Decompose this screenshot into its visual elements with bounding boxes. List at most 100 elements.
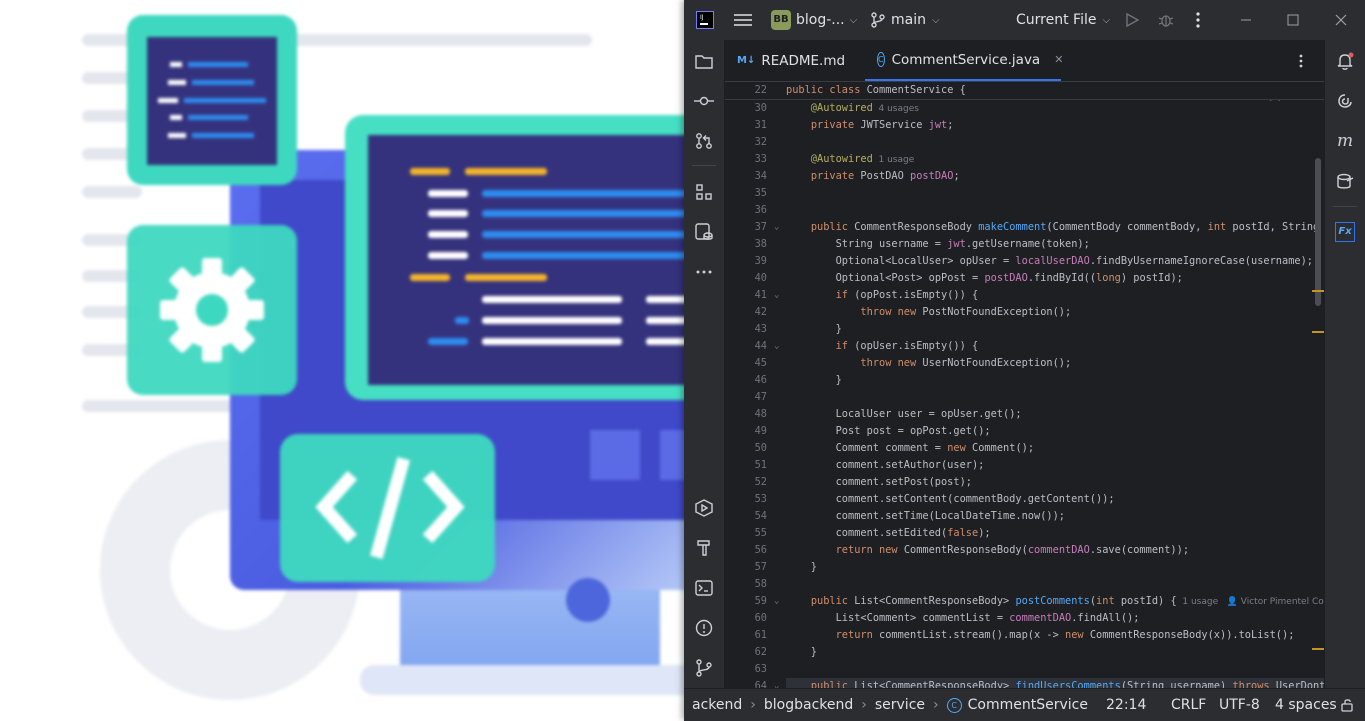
line-number[interactable]: 59 [725,593,767,610]
code-text[interactable]: Optional<Post> opPost = postDAO.findById… [786,270,1183,287]
line-number[interactable]: 52 [725,474,767,491]
line-number[interactable]: 32 [725,134,767,151]
editor-scrollbar[interactable] [1315,158,1321,306]
file-encoding[interactable]: UTF-8 [1219,697,1260,713]
line-number[interactable]: 47 [725,389,767,406]
code-line[interactable]: 58 [725,576,1324,593]
code-line[interactable]: 64 public List<CommentResponseBody> find… [725,678,1324,688]
code-editor[interactable]: 22 public class CommentService { 30 @Autow… [725,82,1324,688]
build-tool-icon[interactable] [692,536,716,560]
indent-setting[interactable]: 4 spaces [1275,697,1337,713]
code-text[interactable]: comment.setEdited(false); [786,525,991,542]
structure-tool-icon[interactable] [692,180,716,204]
code-line[interactable]: 42 throw new PostNotFoundException(); [725,304,1324,321]
code-line[interactable]: 33 @Autowired 1 usage [725,151,1324,168]
code-line[interactable]: 54 comment.setTime(LocalDateTime.now()); [725,508,1324,525]
code-text[interactable]: } [786,372,842,389]
code-line[interactable]: 49 Post post = opPost.get(); [725,423,1324,440]
code-line[interactable]: 57 } [725,559,1324,576]
line-number[interactable]: 37 [725,219,767,236]
close-window-button[interactable] [1335,0,1347,40]
main-menu-icon[interactable] [734,0,752,40]
run-button[interactable] [1125,0,1139,40]
code-text[interactable]: throw new PostNotFoundException(); [786,304,1071,321]
line-number[interactable]: 57 [725,559,767,576]
code-text[interactable]: if (opUser.isEmpty()) { [786,338,979,355]
line-number[interactable]: 44 [725,338,767,355]
run-config-selector[interactable]: Current File ⌵ [1016,0,1110,40]
line-number[interactable]: 50 [725,440,767,457]
code-line[interactable]: 36 [725,202,1324,219]
more-tools-icon[interactable] [692,260,716,284]
code-text[interactable]: return new CommentResponseBody(commentDA… [786,542,1189,559]
code-line[interactable]: 43 } [725,321,1324,338]
code-text[interactable]: @Autowired 4 usages [786,100,919,118]
code-line[interactable]: 59 public List<CommentResponseBody> post… [725,593,1324,610]
maximize-button[interactable] [1287,0,1299,40]
line-number[interactable]: 33 [725,151,767,168]
code-line[interactable]: 60 List<Comment> commentList = commentDA… [725,610,1324,627]
code-text[interactable]: comment.setContent(commentBody.getConten… [786,491,1115,508]
line-number[interactable]: 60 [725,610,767,627]
line-number[interactable]: 34 [725,168,767,185]
line-number[interactable]: 58 [725,576,767,593]
code-text[interactable]: public CommentResponseBody makeComment(C… [786,219,1324,236]
code-text[interactable]: @Autowired 1 usage [786,151,914,169]
code-line[interactable]: 62 } [725,644,1324,661]
code-text[interactable]: if (opPost.isEmpty()) { [786,287,979,304]
line-number[interactable]: 35 [725,185,767,202]
pull-requests-icon[interactable] [692,129,716,153]
breadcrumb-item[interactable]: service [875,697,925,713]
code-text[interactable]: private JWTService jwt; [786,117,954,134]
git-tool-icon[interactable] [692,656,716,680]
ai-assistant-icon[interactable] [1333,89,1357,113]
code-text[interactable]: public List<CommentResponseBody> postCom… [786,593,1324,611]
code-line[interactable]: 53 comment.setContent(commentBody.getCon… [725,491,1324,508]
tab-options-icon[interactable] [1299,40,1303,81]
line-number[interactable]: 38 [725,236,767,253]
code-line[interactable]: 45 throw new UserNotFoundException(); [725,355,1324,372]
caret-position[interactable]: 22:14 [1106,697,1146,713]
code-text[interactable]: Optional<LocalUser> opUser = localUserDA… [786,253,1313,270]
code-line[interactable]: 56 return new CommentResponseBody(commen… [725,542,1324,559]
line-number[interactable]: 64 [725,678,767,688]
close-tab-icon[interactable]: ✕ [1054,53,1063,66]
line-number[interactable]: 30 [725,100,767,117]
line-number[interactable]: 22 [725,82,767,99]
project-selector[interactable]: BB blog-... ⌵ [771,0,857,40]
problems-tool-icon[interactable] [692,616,716,640]
database-icon[interactable] [1333,169,1357,193]
run-tool-icon[interactable] [692,496,716,520]
line-number[interactable]: 53 [725,491,767,508]
code-text[interactable]: comment.setPost(post); [786,474,972,491]
notifications-icon[interactable] [1333,49,1357,73]
line-number[interactable]: 40 [725,270,767,287]
line-number[interactable]: 41 [725,287,767,304]
code-line[interactable]: 32 [725,134,1324,151]
terminal-tool-icon[interactable] [692,576,716,600]
fold-chevron-icon[interactable]: ⌄ [774,678,779,688]
breadcrumb-item[interactable]: ackend [692,697,742,713]
more-actions-icon[interactable] [1196,0,1200,40]
code-text[interactable]: public class CommentService { [786,82,966,99]
fold-chevron-icon[interactable]: ⌄ [774,287,779,304]
usage-hint[interactable]: 1 usage [873,155,915,165]
line-number[interactable]: 55 [725,525,767,542]
fold-chevron-icon[interactable]: ⌄ [774,338,779,355]
code-text[interactable]: List<Comment> commentList = commentDAO.f… [786,610,1140,627]
code-text[interactable]: comment.setAuthor(user); [786,457,985,474]
code-line[interactable]: 50 Comment comment = new Comment(); [725,440,1324,457]
code-text[interactable]: Post post = opPost.get(); [786,423,991,440]
fold-chevron-icon[interactable]: ⌄ [774,593,779,610]
code-text[interactable]: String username = jwt.getUsername(token)… [786,236,1090,253]
code-line[interactable]: 52 comment.setPost(post); [725,474,1324,491]
code-text[interactable]: LocalUser user = opUser.get(); [786,406,1022,423]
code-line[interactable]: 63 [725,661,1324,678]
code-text[interactable]: public List<CommentResponseBody> findUse… [786,678,1324,688]
usage-hint[interactable]: 1 usage [1177,597,1218,607]
code-text[interactable]: throw new UserNotFoundException(); [786,355,1071,372]
maven-icon[interactable]: m [1333,129,1357,153]
code-line[interactable]: 48 LocalUser user = opUser.get(); [725,406,1324,423]
code-text[interactable]: } [786,644,817,661]
project-tool-icon[interactable] [692,49,716,73]
